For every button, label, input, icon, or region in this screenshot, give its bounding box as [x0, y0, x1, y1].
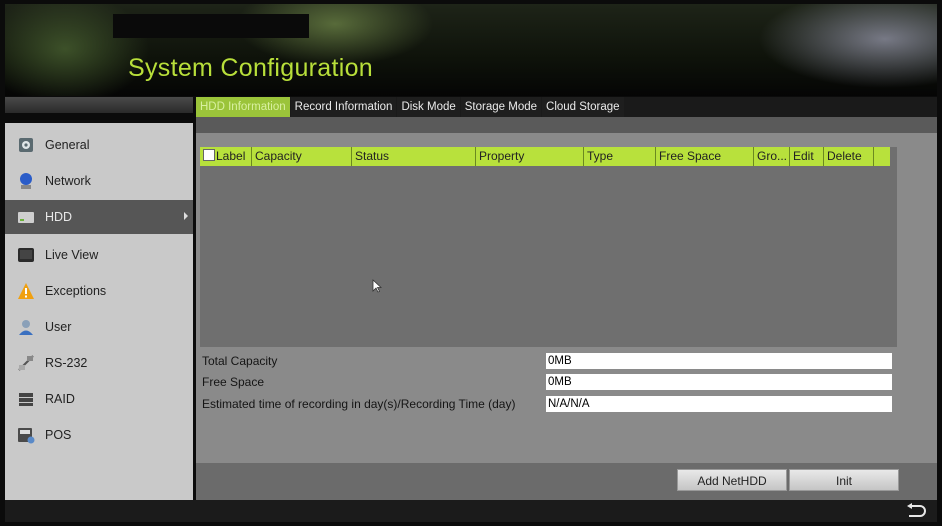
general-icon	[17, 136, 35, 154]
back-icon[interactable]	[905, 502, 927, 520]
column-capacity[interactable]: Capacity	[252, 147, 352, 166]
init-button[interactable]: Init	[789, 469, 899, 491]
tab-record-information[interactable]: Record Information	[290, 97, 397, 117]
estimated-time-field: N/A/N/A	[546, 396, 892, 412]
window-title-box	[113, 14, 309, 38]
sidebar-item-label: General	[45, 138, 90, 152]
main-content: Label Capacity Status Property Type Free…	[196, 117, 937, 500]
sidebar-item-general[interactable]: General	[5, 128, 193, 162]
free-space-row: Free Space	[202, 374, 264, 390]
rs232-icon	[17, 354, 35, 372]
warning-icon	[17, 282, 35, 300]
sidebar-header-strip	[5, 97, 193, 113]
free-space-label: Free Space	[202, 375, 265, 389]
sidebar-item-label: User	[45, 320, 72, 334]
sidebar-item-label: RS-232	[45, 356, 88, 370]
sidebar-item-label: Exceptions	[45, 284, 107, 298]
column-free-space[interactable]: Free Space	[656, 147, 754, 166]
select-all-checkbox[interactable]	[203, 149, 215, 161]
sidebar-item-user[interactable]: User	[5, 310, 193, 344]
hdd-table: Label Capacity Status Property Type Free…	[200, 147, 897, 347]
app-window: System Configuration HDD Information Rec…	[0, 0, 942, 526]
total-capacity-label: Total Capacity	[202, 354, 278, 368]
sidebar-item-label: RAID	[45, 392, 75, 406]
header-banner: System Configuration	[5, 4, 937, 96]
pos-icon	[17, 426, 35, 444]
sidebar-item-label: Live View	[45, 248, 99, 262]
estimated-time-row: Estimated time of recording in day(s)/Re…	[202, 396, 515, 412]
sidebar-item-exceptions[interactable]: Exceptions	[5, 274, 193, 308]
mouse-cursor-icon	[372, 279, 382, 293]
tab-disk-mode[interactable]: Disk Mode	[397, 97, 460, 117]
total-capacity-field: 0MB	[546, 353, 892, 369]
tab-storage-mode[interactable]: Storage Mode	[460, 97, 542, 117]
live-view-icon	[17, 246, 35, 264]
column-label[interactable]: Label	[200, 147, 252, 166]
page-title: System Configuration	[128, 54, 374, 82]
sidebar-item-raid[interactable]: RAID	[5, 382, 193, 416]
total-capacity-row: Total Capacity	[202, 353, 277, 369]
tab-bar: HDD Information Record Information Disk …	[196, 97, 937, 117]
sidebar: General Network HDD Live View Exceptions…	[5, 123, 193, 500]
sidebar-item-pos[interactable]: POS	[5, 418, 193, 452]
column-status[interactable]: Status	[352, 147, 476, 166]
table-header: Label Capacity Status Property Type Free…	[200, 147, 890, 166]
bottom-bar	[5, 500, 937, 522]
sidebar-item-live-view[interactable]: Live View	[5, 238, 193, 272]
column-edit[interactable]: Edit	[790, 147, 824, 166]
column-group[interactable]: Gro...	[754, 147, 790, 166]
add-nethdd-button[interactable]: Add NetHDD	[677, 469, 787, 491]
raid-icon	[17, 390, 35, 408]
column-property[interactable]: Property	[476, 147, 584, 166]
user-icon	[17, 318, 35, 336]
sidebar-item-rs232[interactable]: RS-232	[5, 346, 193, 380]
sidebar-item-label: HDD	[45, 210, 73, 224]
estimated-time-label: Estimated time of recording in day(s)/Re…	[202, 397, 516, 411]
sidebar-item-hdd[interactable]: HDD	[5, 200, 193, 234]
tab-cloud-storage[interactable]: Cloud Storage	[542, 97, 624, 117]
free-space-field: 0MB	[546, 374, 892, 390]
content-top-strip	[196, 117, 937, 133]
column-type[interactable]: Type	[584, 147, 656, 166]
network-icon	[17, 172, 35, 190]
button-bar: Add NetHDD Init	[196, 463, 937, 500]
hdd-icon	[17, 208, 35, 226]
column-delete[interactable]: Delete	[824, 147, 874, 166]
chevron-right-icon	[184, 212, 188, 220]
sidebar-item-label: POS	[45, 428, 72, 442]
sidebar-item-label: Network	[45, 174, 91, 188]
tab-hdd-information[interactable]: HDD Information	[196, 97, 290, 117]
sidebar-item-network[interactable]: Network	[5, 164, 193, 198]
